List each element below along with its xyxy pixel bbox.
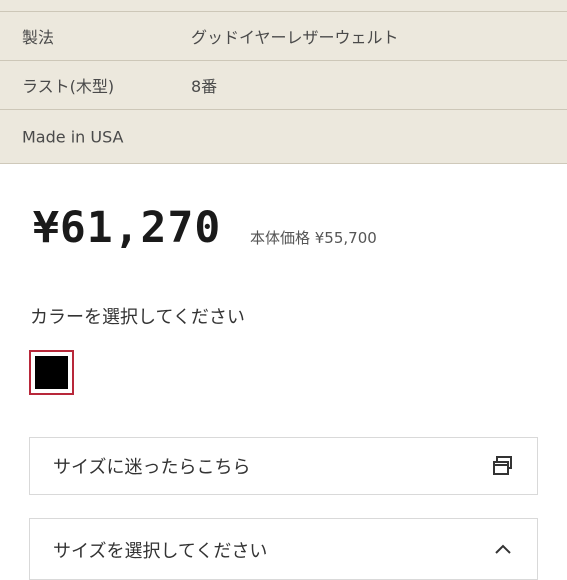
size-guide-label: サイズに迷ったらこちら	[53, 457, 251, 478]
spec-label: Made in USA	[22, 127, 124, 147]
spec-label: 製法	[22, 28, 55, 47]
color-heading: カラーを選択してください	[30, 307, 245, 328]
color-swatch-black[interactable]	[29, 350, 74, 395]
swatch-fill	[35, 356, 68, 389]
spec-row-last: ラスト(木型) 8番	[0, 60, 567, 109]
chevron-up-icon	[495, 544, 511, 554]
size-select-label: サイズを選択してください	[53, 541, 268, 562]
size-guide-link[interactable]: サイズに迷ったらこちら	[29, 437, 538, 495]
spec-value: 8番	[191, 77, 218, 96]
size-select-dropdown[interactable]: サイズを選択してください	[29, 518, 538, 580]
spec-row-origin: Made in USA	[0, 109, 567, 164]
spec-label: ラスト(木型)	[22, 77, 115, 96]
spec-value: グッドイヤーレザーウェルト	[191, 28, 399, 47]
price: ¥61,270	[33, 203, 222, 253]
spec-row-method: 製法 グッドイヤーレザーウェルト	[0, 11, 567, 60]
base-price: 本体価格 ¥55,700	[250, 229, 377, 247]
spec-table: 製法 グッドイヤーレザーウェルト ラスト(木型) 8番 Made in USA	[0, 0, 567, 164]
external-window-icon	[493, 456, 512, 475]
